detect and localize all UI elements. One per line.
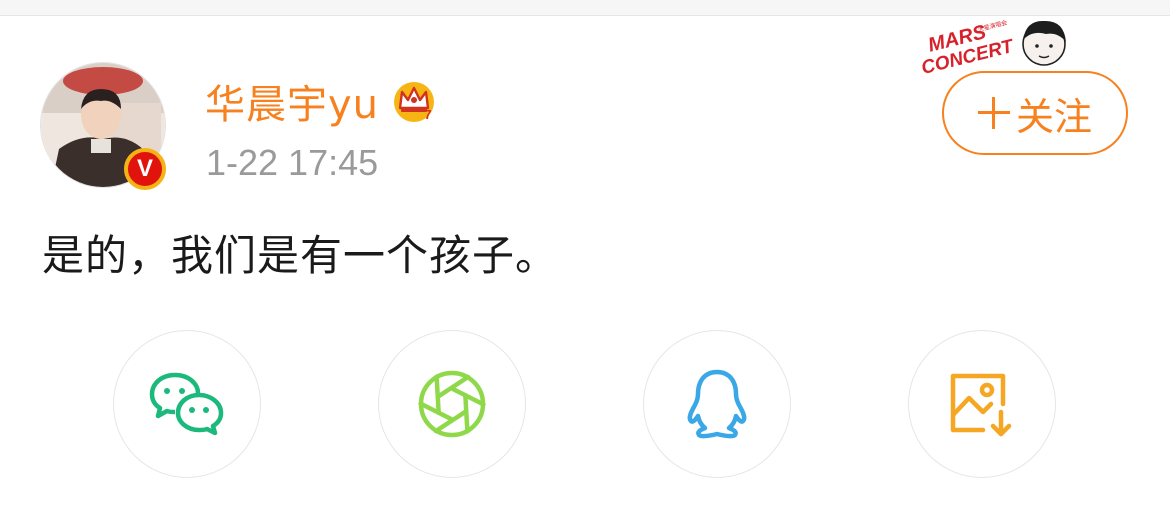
share-qq-button[interactable] xyxy=(643,330,791,478)
avatar[interactable]: V xyxy=(40,62,166,190)
crown-level-label: 7 xyxy=(424,107,431,122)
share-moments-button[interactable] xyxy=(378,330,526,478)
post-text: 是的，我们是有一个孩子。 xyxy=(42,231,559,280)
plus-icon xyxy=(977,97,1010,129)
verified-badge: V xyxy=(124,148,166,190)
crown-badge-icon: 7 xyxy=(394,82,435,122)
post-timestamp: 1-22 17:45 xyxy=(206,142,379,183)
wechat-moments-icon xyxy=(418,370,486,438)
follow-button[interactable]: 关注 xyxy=(942,71,1128,155)
qq-icon xyxy=(687,369,747,439)
follow-button-label: 关注 xyxy=(1015,94,1092,139)
cartoon-face-icon xyxy=(1022,20,1066,66)
save-image-icon xyxy=(950,373,1012,437)
wechat-icon xyxy=(149,372,224,436)
share-wechat-button[interactable] xyxy=(113,330,261,478)
mars-concert-banner[interactable]: MARS 火星演唱会 CONCERT xyxy=(912,14,1074,74)
save-image-button[interactable] xyxy=(908,330,1056,478)
username[interactable]: 华晨宇yu xyxy=(205,72,379,130)
username-row: 华晨宇yu 7 xyxy=(205,73,437,129)
